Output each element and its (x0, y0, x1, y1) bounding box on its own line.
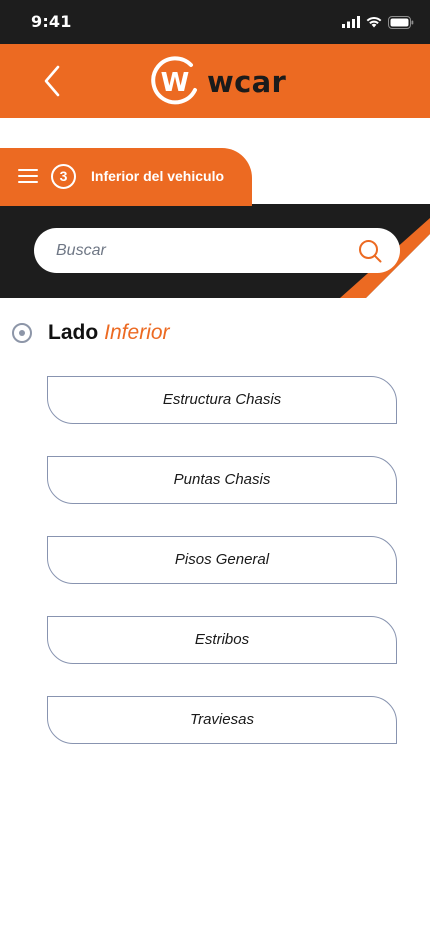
back-button[interactable] (34, 60, 70, 102)
option-estructura-chasis[interactable]: Estructura Chasis (47, 376, 397, 424)
search-icon[interactable] (358, 239, 382, 263)
chevron-left-icon (44, 65, 60, 97)
app-header: W wcar (0, 44, 430, 118)
logo-mark: W (161, 68, 190, 98)
wifi-icon (366, 16, 382, 28)
radio-selected-icon[interactable] (12, 323, 32, 343)
option-puntas-chasis[interactable]: Puntas Chasis (47, 456, 397, 504)
hamburger-menu-icon[interactable] (18, 169, 38, 183)
section-heading: Lado Inferior (12, 318, 170, 348)
search-box (34, 228, 400, 273)
section-title-main: Lado (48, 321, 99, 344)
status-bar: 9:41 (0, 0, 430, 44)
wcar-logo: W wcar (151, 56, 286, 108)
option-pisos-general[interactable]: Pisos General (47, 536, 397, 584)
step-number: 3 (51, 164, 76, 189)
section-title-accent: Inferior (104, 321, 170, 344)
logo-text: wcar (207, 65, 287, 99)
battery-icon (388, 15, 414, 29)
step-tab: 3 Inferior del vehiculo (0, 148, 252, 206)
search-input[interactable] (56, 228, 346, 273)
step-label: Inferior del vehiculo (91, 168, 225, 184)
cellular-signal-icon (342, 16, 360, 28)
wcar-logo-icon: W (151, 56, 197, 105)
option-list: Estructura Chasis Puntas Chasis Pisos Ge… (47, 376, 397, 776)
option-traviesas[interactable]: Traviesas (47, 696, 397, 744)
option-estribos[interactable]: Estribos (47, 616, 397, 664)
status-time: 9:41 (31, 12, 72, 31)
status-icons (342, 14, 414, 30)
